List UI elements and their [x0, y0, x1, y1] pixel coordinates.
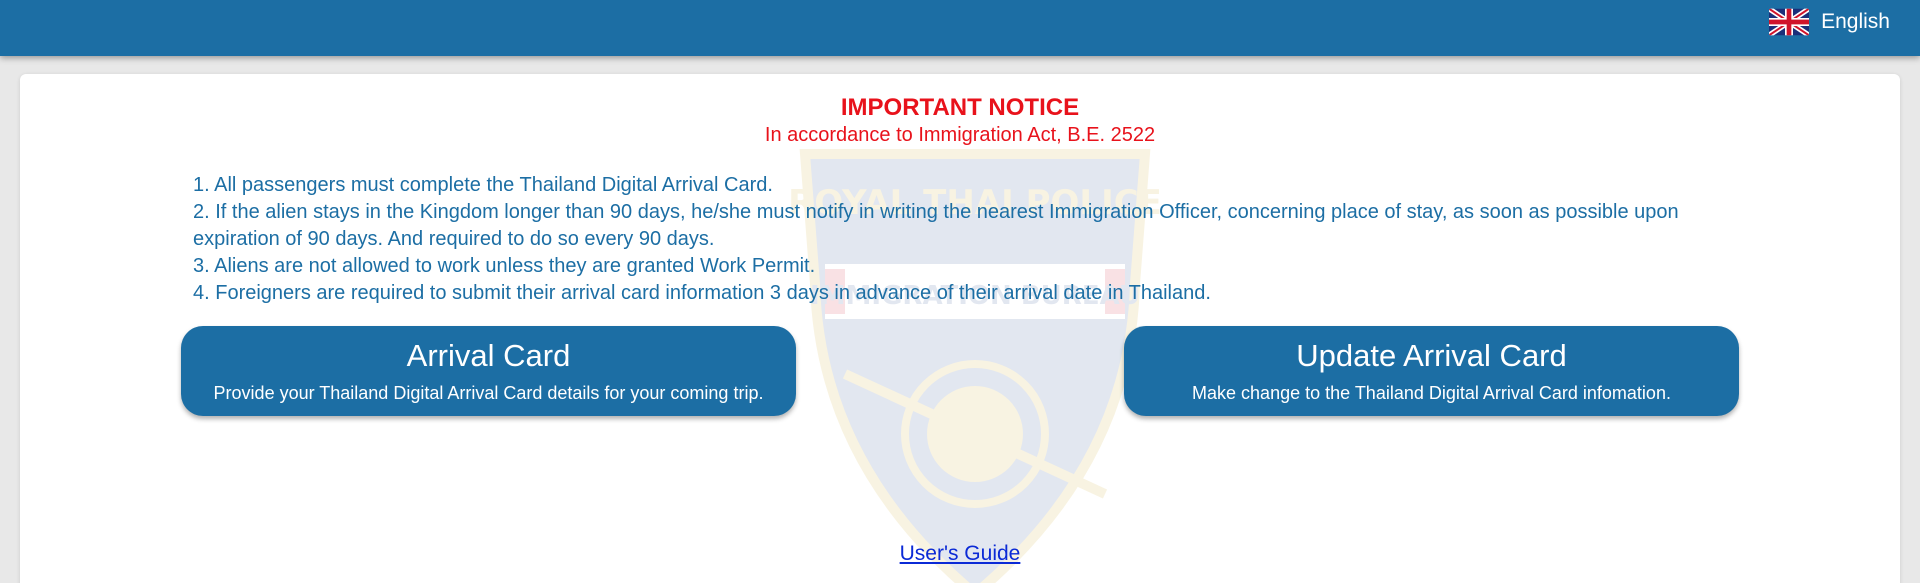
top-bar: English: [0, 0, 1920, 56]
user-guide-container: User's Guide: [20, 542, 1900, 566]
update-arrival-card-description: Make change to the Thailand Digital Arri…: [1192, 383, 1671, 403]
language-label: English: [1821, 10, 1890, 33]
notice-title: IMPORTANT NOTICE: [840, 94, 1080, 121]
notice-item: 4. Foreigners are required to submit the…: [193, 282, 1211, 304]
arrival-card-description: Provide your Thailand Digital Arrival Ca…: [213, 383, 764, 403]
notice-item: 3. Aliens are not allowed to work unless…: [193, 255, 816, 277]
arrival-card-title: Arrival Card: [406, 338, 571, 373]
language-selector[interactable]: English: [1769, 7, 1890, 37]
notice-list: 1. All passengers must complete the Thai…: [193, 172, 1733, 307]
update-arrival-card-title: Update Arrival Card: [1296, 338, 1567, 373]
notice-item: 2. If the alien stays in the Kingdom lon…: [193, 201, 1679, 250]
notice-item: 1. All passengers must complete the Thai…: [193, 174, 773, 196]
update-arrival-card-button[interactable]: Update Arrival Card Make change to the T…: [1124, 326, 1739, 416]
uk-flag-icon: [1769, 8, 1810, 36]
notice-subtitle: In accordance to Immigration Act, B.E. 2…: [764, 124, 1156, 146]
arrival-card-button[interactable]: Arrival Card Provide your Thailand Digit…: [181, 326, 796, 416]
main-panel: ROYAL THAI POLICE IMMIGRATION BUREAU IMP…: [20, 74, 1900, 583]
user-guide-link[interactable]: User's Guide: [900, 542, 1021, 565]
